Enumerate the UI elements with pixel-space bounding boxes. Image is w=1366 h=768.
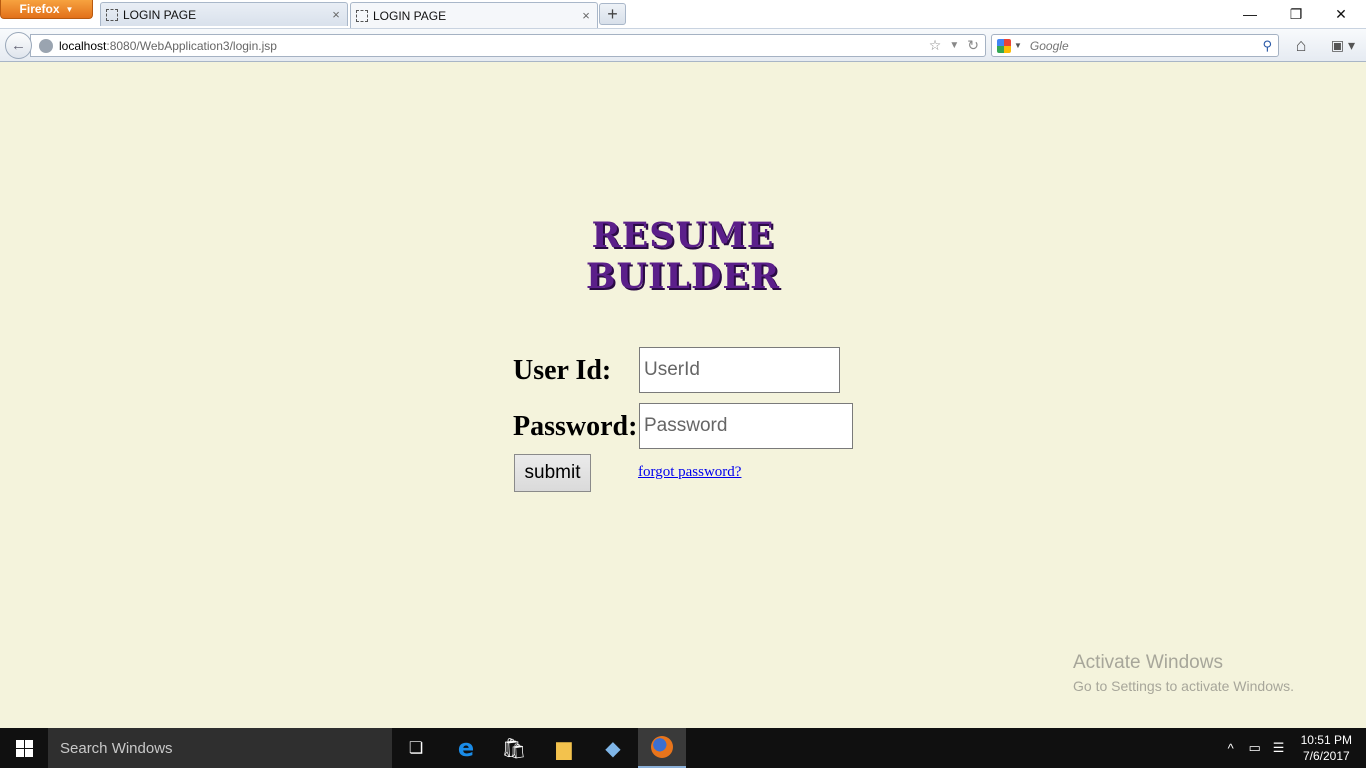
restore-icon: ❐	[1289, 5, 1303, 22]
file-explorer-icon: ▆	[556, 737, 572, 760]
battery-icon[interactable]: ▭	[1243, 740, 1267, 756]
tab-title: LOGIN PAGE	[123, 7, 197, 22]
windows-logo-icon	[15, 739, 33, 757]
page-content: RESUME BUILDER User Id: Password: submit…	[0, 62, 1366, 728]
store-button[interactable]: 🛍	[490, 728, 538, 768]
home-icon: ⌂	[1295, 35, 1307, 55]
new-tab-button[interactable]: +	[599, 3, 626, 25]
activate-windows-watermark: Activate Windows Go to Settings to activ…	[1073, 652, 1294, 694]
system-tray: ^ ▭ ☰ 10:51 PM 7/6/2017	[1219, 728, 1366, 768]
watermark-title: Activate Windows	[1073, 652, 1223, 673]
url-host: localhost	[59, 38, 107, 53]
google-icon[interactable]	[997, 38, 1011, 53]
plus-icon: +	[607, 4, 618, 24]
forgot-password-link[interactable]: forgot password?	[638, 464, 741, 481]
taskbar-search-box[interactable]: Search Windows	[48, 728, 392, 768]
store-icon: 🛍	[501, 737, 527, 760]
close-icon[interactable]: ×	[328, 7, 344, 22]
reload-icon[interactable]: ↻	[967, 37, 979, 55]
watermark-subtitle: Go to Settings to activate Windows.	[1073, 678, 1294, 694]
edge-icon: e	[457, 734, 475, 762]
firefox-menu-label: Firefox	[19, 2, 60, 16]
clock-date: 7/6/2017	[1302, 749, 1350, 763]
start-button[interactable]	[0, 728, 48, 768]
globe-icon	[39, 38, 53, 53]
close-icon: ✕	[1335, 5, 1347, 22]
search-input[interactable]	[1027, 37, 1252, 54]
history-dropdown-icon[interactable]: ▼	[949, 37, 959, 55]
edge-button[interactable]: e	[442, 728, 490, 768]
firefox-icon	[651, 736, 673, 758]
minimize-icon: —	[1243, 6, 1257, 22]
userid-field[interactable]	[639, 347, 840, 393]
app-cube-icon: ◆	[605, 737, 621, 760]
restore-button[interactable]: ❐	[1273, 2, 1319, 26]
browser-titlebar: Firefox ▼ LOGIN PAGE × LOGIN PAGE × + — …	[0, 0, 1366, 29]
url-path: :8080/WebApplication3/login.jsp	[106, 38, 277, 53]
search-bar[interactable]: ▼ ⚲	[991, 34, 1279, 57]
windows-taskbar: Search Windows ❏ e 🛍 ▆ ◆ ^ ▭ ☰ 10:51 PM …	[0, 728, 1366, 768]
app-cube-button[interactable]: ◆	[589, 728, 637, 768]
home-button[interactable]: ⌂	[1290, 35, 1312, 55]
page-title: RESUME BUILDER	[585, 215, 781, 297]
password-label: Password:	[513, 411, 638, 442]
chevron-down-icon: ▼	[65, 4, 74, 14]
submit-button[interactable]: submit	[514, 454, 591, 492]
url-bar[interactable]: localhost:8080/WebApplication3/login.jsp…	[30, 34, 986, 57]
back-arrow-icon: ←	[11, 37, 26, 54]
close-icon[interactable]: ×	[578, 8, 594, 23]
tab-login-page-1[interactable]: LOGIN PAGE ×	[100, 2, 348, 26]
page-icon	[106, 8, 118, 21]
notification-icon[interactable]: ☰	[1267, 740, 1291, 756]
page-icon	[356, 9, 368, 22]
task-view-button[interactable]: ❏	[392, 728, 440, 768]
back-button[interactable]: ←	[5, 32, 32, 59]
file-explorer-button[interactable]: ▆	[540, 728, 588, 768]
firefox-menu-button[interactable]: Firefox ▼	[0, 0, 93, 19]
chevron-down-icon[interactable]: ▼	[1014, 41, 1022, 50]
task-view-icon: ❏	[408, 740, 424, 757]
search-icon[interactable]: ⚲	[1262, 38, 1272, 54]
clock[interactable]: 10:51 PM 7/6/2017	[1291, 732, 1366, 764]
bookmark-star-icon[interactable]: ☆	[929, 37, 942, 55]
password-field[interactable]	[639, 403, 853, 449]
minimize-button[interactable]: —	[1227, 2, 1273, 26]
userid-label: User Id:	[513, 355, 612, 386]
close-window-button[interactable]: ✕	[1318, 2, 1364, 26]
bookmarks-button[interactable]: ▣ ▾	[1326, 35, 1360, 55]
navigation-toolbar: localhost:8080/WebApplication3/login.jsp…	[0, 29, 1366, 62]
clock-time: 10:51 PM	[1300, 733, 1352, 747]
firefox-taskbar-button[interactable]	[638, 728, 686, 768]
chevron-up-icon[interactable]: ^	[1219, 741, 1243, 756]
tab-title: LOGIN PAGE	[373, 8, 447, 23]
tab-login-page-2[interactable]: LOGIN PAGE ×	[350, 2, 598, 28]
bookmarks-icon: ▣ ▾	[1330, 37, 1356, 53]
